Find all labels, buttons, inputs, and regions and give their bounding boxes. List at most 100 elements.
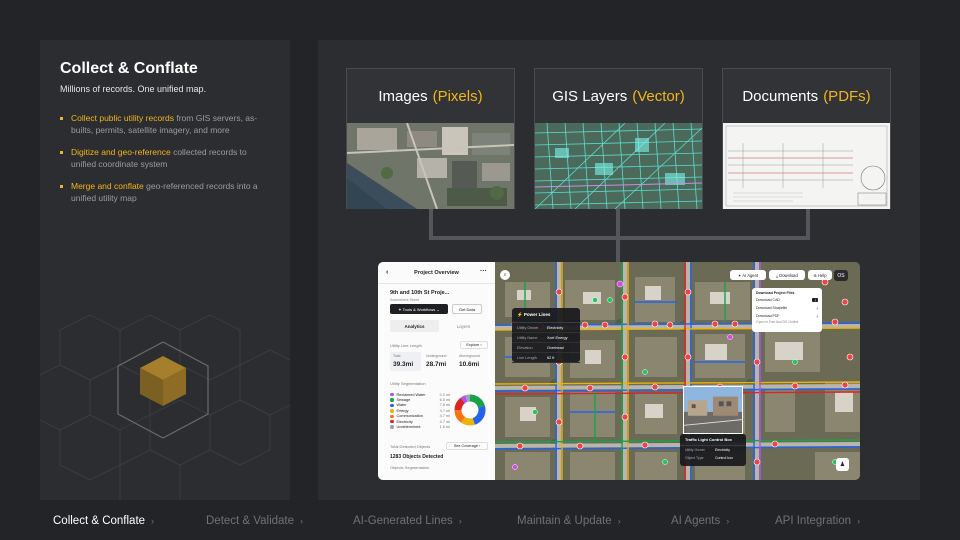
street-view-pegman-icon[interactable]: ♟ [836,458,849,471]
search-icon[interactable]: ⌕ [500,270,510,280]
project-overview-panel: ‹ Project Overview ··· 9th and 10th St P… [378,262,495,480]
download-row[interactable]: Download Shapefile ⤓ [756,304,818,312]
legend-dot [390,392,394,397]
download-row[interactable]: Download CAD ⤓ [756,296,818,304]
card-title: Images (Pixels) [347,69,514,123]
legend-value: 0.2 mi [439,392,450,397]
stat-value: 28.7mi [426,361,447,368]
card-images: Images (Pixels) [346,68,515,209]
project-subtitle: Somewhere Street [390,298,419,302]
legend-value: 7.6 mi [439,403,450,408]
legend-value: 4.7 mi [439,414,450,419]
legend-name: Electricity [396,419,413,424]
help-button[interactable]: ⊕ Help [808,270,832,280]
bullet-item: Merge and conflate geo-referenced record… [60,181,270,204]
download-row[interactable]: Download PDF ⤓ [756,312,818,320]
stat-value: 39.3mi [393,361,414,368]
popup-row: Line Length 62 ft [512,353,580,363]
explore-button[interactable]: Explore › [460,341,488,349]
popup-key: Utility Owner [517,325,539,330]
left-panel: Collect & Conflate Millions of records. … [40,40,290,500]
objects-segmentation-label: Objects Segmentation [390,465,430,470]
app-screenshot: ‹ Project Overview ··· 9th and 10th St P… [378,262,860,480]
card-title-accent: (Pixels) [432,87,483,105]
traffic-value: Control box [715,456,733,460]
card-title-text: GIS Layers [552,87,628,105]
card-title-accent: (PDFs) [823,87,871,105]
legend-dot [390,398,394,402]
nav-collect-conflate[interactable]: Collect & Conflate › [53,513,154,529]
nav-ai-agents[interactable]: AI Agents › [671,513,729,529]
stat-label: Total [393,354,401,358]
slide: Collect & Conflate Millions of records. … [0,0,960,540]
legend-value: 4.7 mi [439,408,450,413]
card-title: GIS Layers (Vector) [535,69,702,123]
ai-agent-button[interactable]: ✦ AI Agent [730,270,766,280]
stat-aboveground: Aboveground 10.6mi [456,352,487,371]
download-option: Download PDF [756,314,780,318]
popup-key: Utility Name [517,335,538,340]
tab-layers[interactable]: Layers [439,320,488,332]
traffic-key: Object Type [685,456,704,460]
bullet-item: Collect public utility records from GIS … [60,113,270,136]
tab-analytics[interactable]: Analytics [390,320,439,332]
street-view-thumbnail[interactable] [683,386,743,434]
tools-workflows-button[interactable]: ✦ Tools & Workflows ⌄ [390,304,448,314]
gis-layers-thumbnail [535,123,702,209]
card-title-text: Documents [742,87,819,105]
legend-name: Sewage [396,398,411,403]
popup-value: 62 ft [547,355,555,360]
legend-name: Communication [396,414,423,419]
stat-value: 10.6mi [459,361,480,368]
legend-name: Reclaimed Water [396,392,426,397]
popup-title: ⚡ Power Lines [512,308,580,323]
chevron-right-icon: › [726,516,730,526]
bullet-highlight: Collect public utility records [71,113,174,123]
panel-header: ‹ Project Overview ··· [378,262,495,284]
chevron-right-icon: › [617,516,621,526]
legend-name: Water [396,403,407,408]
segmentation-donut-chart [454,394,486,426]
nav-label: AI-Generated Lines [353,515,453,527]
nav-api-integration[interactable]: API Integration › [775,513,860,529]
nav-ai-generated-lines[interactable]: AI-Generated Lines › [353,513,462,529]
download-option: Download CAD [756,298,780,302]
bullet-item: Digitize and geo-reference collected rec… [60,147,270,170]
get-data-button[interactable]: Get Data [452,304,482,314]
legend-value: 6.5 mi [439,398,450,403]
nav-label: Collect & Conflate [53,515,146,527]
bullet-list: Collect public utility records from GIS … [60,113,270,215]
legend-item: Undetermined 1.6 mi [390,424,450,429]
nav-label: API Integration [775,515,852,527]
traffic-light-panel: Traffic Light Control Box Utility Owner E… [680,434,746,466]
panel-tabs: Analytics Layers [390,320,488,332]
nav-maintain-update[interactable]: Maintain & Update › [517,513,621,529]
card-gis-layers: GIS Layers (Vector) [534,68,703,209]
download-button[interactable]: ⤓ Download [769,270,805,280]
more-options-icon[interactable]: ··· [480,268,487,275]
card-documents: Documents (PDFs) [722,68,891,209]
download-arrow-icon[interactable]: ⤓ [816,306,818,310]
legend-item: Reclaimed Water 0.2 mi [390,392,450,397]
nav-detect-validate[interactable]: Detect & Validate › [206,513,303,529]
popup-key: Elevation [517,345,533,350]
legend-item: Electricity 4.7 mi [390,419,450,424]
back-arrow-icon[interactable]: ‹ [386,269,388,276]
avatar[interactable]: OS [834,270,848,281]
legend-dot [390,419,394,424]
download-files-panel: Download Project Files Download CAD ⤓ Dow… [752,288,822,332]
download-panel-title: Download Project Files [756,291,795,295]
download-arrow-icon[interactable]: ⤓ [812,298,818,302]
see-coverage-button[interactable]: See Coverage › [446,442,488,450]
stat-label: Underground [426,354,447,358]
popup-value: Xcel Energy [547,335,568,340]
popup-value: Electricity [547,325,564,330]
download-arrow-icon[interactable]: ⤓ [816,314,818,318]
utility-segmentation-label: Utility Segmentation [390,381,426,386]
traffic-panel-title: Traffic Light Control Box [680,434,746,446]
chevron-right-icon: › [151,516,155,526]
card-title-text: Images [378,87,428,105]
legend-item: Communication 4.7 mi [390,414,450,419]
arcgis-link[interactable]: Open in Esri ArcGIS Online [756,320,818,324]
satellite-image-thumbnail [347,123,514,209]
